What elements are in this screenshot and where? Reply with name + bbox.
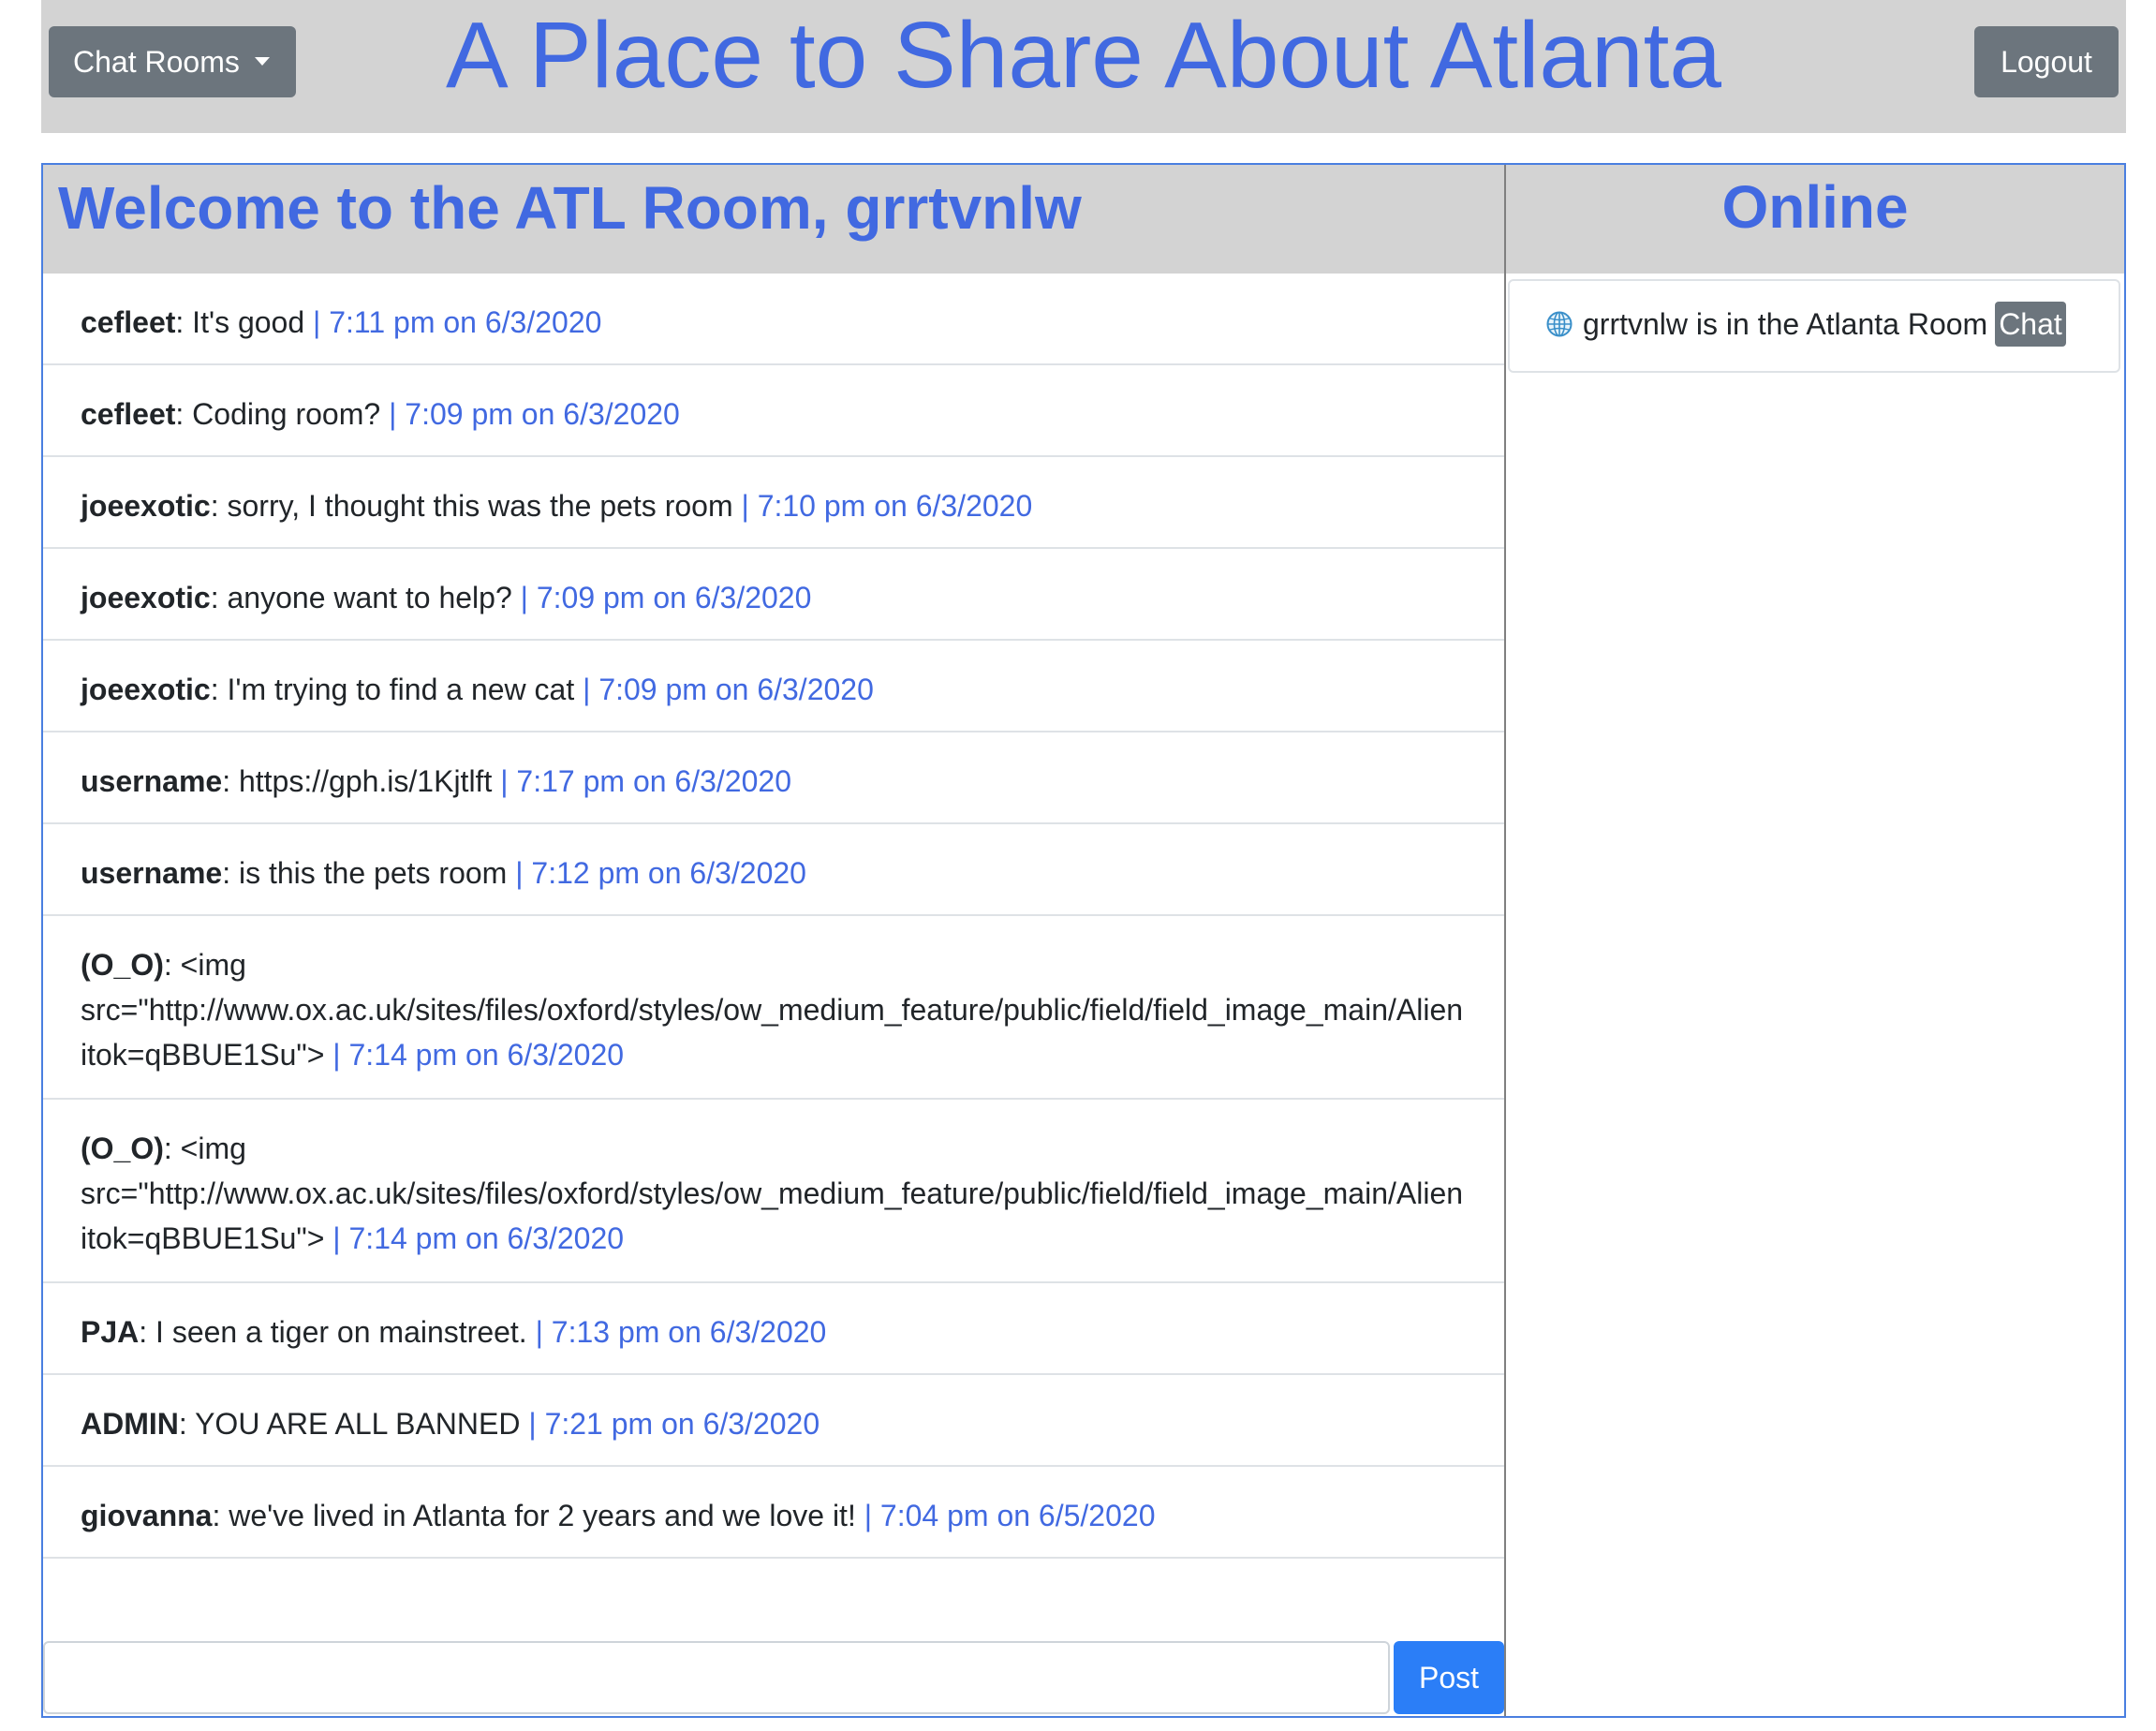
message-line: (O_O): <img xyxy=(81,942,1504,987)
message-item: joeexotic: I'm trying to find a new cat … xyxy=(43,641,1504,732)
message-text: : YOU ARE ALL BANNED xyxy=(178,1407,529,1441)
message-timestamp: | 7:14 pm on 6/3/2020 xyxy=(332,1038,625,1072)
message-timestamp: | 7:14 pm on 6/3/2020 xyxy=(332,1221,625,1255)
message-username: joeexotic xyxy=(81,581,211,614)
message-text-end: itok=qBBUE1Su"> xyxy=(81,1038,333,1072)
message-item: cefleet: Coding room? | 7:09 pm on 6/3/2… xyxy=(43,365,1504,457)
message-text: : <img xyxy=(163,1132,246,1165)
message-text: : I seen a tiger on mainstreet. xyxy=(139,1315,536,1349)
message-timestamp: | 7:13 pm on 6/3/2020 xyxy=(535,1315,827,1349)
online-heading: Online xyxy=(1721,173,1909,241)
message-text: : I'm trying to find a new cat xyxy=(210,673,583,706)
message-username: joeexotic xyxy=(81,489,211,523)
message-item: (O_O): <img src="http://www.ox.ac.uk/sit… xyxy=(43,1100,1504,1283)
message-timestamp: | 7:10 pm on 6/3/2020 xyxy=(741,489,1033,523)
message-text: : sorry, I thought this was the pets roo… xyxy=(210,489,742,523)
message-username: (O_O) xyxy=(81,1132,164,1165)
online-user-text: grrtvnlw is in the Atlanta Room xyxy=(1583,307,1988,341)
room-welcome-heading: Welcome to the ATL Room, grrtvnlw xyxy=(58,174,1082,242)
message-username: username xyxy=(81,856,223,890)
message-username: PJA xyxy=(81,1315,140,1349)
message-timestamp: | 7:21 pm on 6/3/2020 xyxy=(528,1407,820,1441)
online-header: Online xyxy=(1506,165,2124,274)
message-compose-bar: Post xyxy=(43,1641,1504,1716)
message-item: joeexotic: anyone want to help? | 7:09 p… xyxy=(43,549,1504,641)
message-text: : anyone want to help? xyxy=(210,581,521,614)
message-item: ADMIN: YOU ARE ALL BANNED | 7:21 pm on 6… xyxy=(43,1375,1504,1467)
message-item: (O_O): <img src="http://www.ox.ac.uk/sit… xyxy=(43,916,1504,1100)
message-item: joeexotic: sorry, I thought this was the… xyxy=(43,457,1504,549)
message-text: : we've lived in Atlanta for 2 years and… xyxy=(212,1499,864,1532)
site-title: A Place to Share About Atlanta xyxy=(445,3,1722,108)
chat-button[interactable]: Chat xyxy=(1995,302,2066,347)
message-username: ADMIN xyxy=(81,1407,179,1441)
message-username: cefleet xyxy=(81,397,176,431)
message-line: (O_O): <img xyxy=(81,1126,1504,1171)
message-username: (O_O) xyxy=(81,948,164,982)
message-text: : Coding room? xyxy=(175,397,390,431)
message-item: PJA: I seen a tiger on mainstreet. | 7:1… xyxy=(43,1283,1504,1375)
message-text: : It's good xyxy=(175,305,314,339)
top-header: Chat Rooms A Place to Share About Atlant… xyxy=(41,0,2126,133)
message-timestamp: | 7:12 pm on 6/3/2020 xyxy=(515,856,806,890)
message-text: : is this the pets room xyxy=(222,856,516,890)
message-text: : <img xyxy=(163,948,246,982)
message-item: username: https://gph.is/1Kjtlft | 7:17 … xyxy=(43,732,1504,824)
message-username: giovanna xyxy=(81,1499,213,1532)
message-timestamp: | 7:11 pm on 6/3/2020 xyxy=(313,305,602,339)
message-list[interactable]: cefleet: It's good | 7:11 pm on 6/3/2020… xyxy=(43,274,1504,1559)
message-text-continued: src="http://www.ox.ac.uk/sites/files/oxf… xyxy=(81,1176,1464,1210)
message-input[interactable] xyxy=(43,1641,1390,1714)
globe-icon xyxy=(1545,305,1573,337)
chat-frame: Welcome to the ATL Room, grrtvnlw ceflee… xyxy=(41,163,2126,1718)
online-user-item: grrtvnlw is in the Atlanta Room Chat xyxy=(1508,279,2120,373)
message-timestamp: | 7:09 pm on 6/3/2020 xyxy=(389,397,680,431)
message-item: username: is this the pets room | 7:12 p… xyxy=(43,824,1504,916)
message-username: username xyxy=(81,764,223,798)
message-username: joeexotic xyxy=(81,673,211,706)
message-text-end: itok=qBBUE1Su"> xyxy=(81,1221,333,1255)
message-line: itok=qBBUE1Su"> | 7:14 pm on 6/3/2020 xyxy=(81,1216,1504,1261)
room-header: Welcome to the ATL Room, grrtvnlw xyxy=(43,165,1504,274)
message-line: itok=qBBUE1Su"> | 7:14 pm on 6/3/2020 xyxy=(81,1032,1504,1077)
message-timestamp: | 7:04 pm on 6/5/2020 xyxy=(864,1499,1156,1532)
message-timestamp: | 7:09 pm on 6/3/2020 xyxy=(520,581,812,614)
online-panel: Online grrtvnlw is in the Atlanta Room Ch… xyxy=(1506,165,2124,1716)
message-text-continued: src="http://www.ox.ac.uk/sites/files/oxf… xyxy=(81,993,1464,1027)
message-timestamp: | 7:09 pm on 6/3/2020 xyxy=(583,673,874,706)
message-timestamp: | 7:17 pm on 6/3/2020 xyxy=(500,764,791,798)
message-username: cefleet xyxy=(81,305,176,339)
chat-room-panel: Welcome to the ATL Room, grrtvnlw ceflee… xyxy=(43,165,1506,1716)
message-item: cefleet: It's good | 7:11 pm on 6/3/2020 xyxy=(43,274,1504,365)
message-text: : https://gph.is/1Kjtlft xyxy=(222,764,501,798)
post-button[interactable]: Post xyxy=(1394,1641,1504,1714)
message-item: giovanna: we've lived in Atlanta for 2 y… xyxy=(43,1467,1504,1559)
logout-button[interactable]: Logout xyxy=(1974,26,2119,97)
